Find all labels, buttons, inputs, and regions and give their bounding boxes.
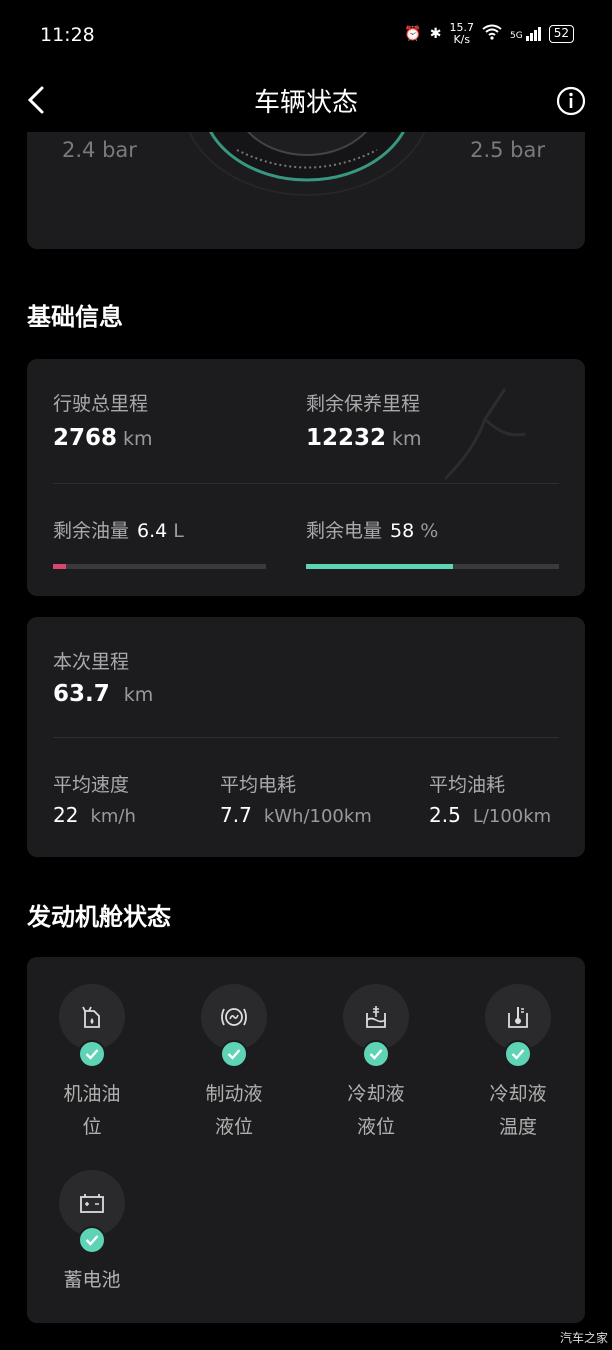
battery-remaining-value: 58 [390,520,415,542]
divider [53,737,559,738]
trip-mileage-number: 63.7 [53,681,110,707]
clock: 11:28 [40,24,95,46]
fuel-progress-fill [53,564,66,569]
trip-card: 本次里程 63.7 km 平均速度 22 km/h 平均电耗 7.7 kWh/100k… [27,617,585,857]
oil-level-icon [59,984,125,1068]
engine-item-label-line1: 机油油 [63,1083,121,1105]
battery-progress-bar [306,564,559,569]
watermark: 汽车之家 [559,1331,608,1345]
avg-elec-value: 7.7 kWh/100km [220,803,372,827]
engine-item-brake-fluid[interactable]: 制动液 液位 [174,984,294,1144]
engine-item-label: 制动液 液位 [174,1078,294,1144]
engine-item-label: 机油油 位 [32,1078,152,1144]
engine-item-coolant-temp[interactable]: 冷却液 温度 [458,984,578,1144]
avg-speed-value: 22 km/h [53,803,136,827]
engine-item-label-line1: 冷却液 [489,1083,547,1105]
network-speed-unit: K/s [453,33,471,46]
maintenance-mileage-number: 12232 [306,425,387,451]
total-mileage-unit: km [123,428,153,450]
fuel-remaining-label: 剩余油量 [53,520,130,542]
battery-remaining: 剩余电量 58% [306,516,438,543]
battery-progress-fill [306,564,453,569]
avg-speed-unit: km/h [90,806,136,827]
avg-elec-unit: kWh/100km [263,806,372,827]
front-left-tire-pressure: 2.4 bar [62,138,137,162]
navigation-bar: 车辆状态 [0,70,612,132]
avg-speed-number: 22 [53,803,79,827]
total-mileage-number: 2768 [53,425,118,451]
fuel-remaining-unit: L [173,520,184,542]
engine-item-battery[interactable]: 蓄电池 [32,1170,152,1297]
network-speed: 15.7 K/s [450,22,475,46]
check-icon [362,1040,390,1068]
wifi-icon [482,24,502,44]
avg-fuel-unit: L/100km [472,806,552,827]
check-icon [78,1226,106,1254]
divider [53,483,559,484]
engine-item-label-line1: 制动液 [205,1083,263,1105]
engine-item-oil-level[interactable]: 机油油 位 [32,984,152,1144]
engine-item-label-line1: 蓄电池 [63,1269,121,1291]
battery-icon [59,1170,125,1254]
cellular-signal-icon: 5G [510,27,541,41]
system-icons: ⏰ ✱ 15.7 K/s 5G 52 [404,22,574,46]
avg-fuel-number: 2.5 [429,803,461,827]
bluetooth-icon: ✱ [429,26,442,42]
check-icon [78,1040,106,1068]
fuel-remaining-value: 6.4 [137,520,168,542]
trip-mileage-value: 63.7 km [53,681,153,707]
alarm-icon: ⏰ [404,26,422,42]
maintenance-mileage-value: 12232 km [306,425,422,451]
avg-elec-number: 7.7 [220,803,252,827]
engine-item-label-line2: 位 [82,1116,102,1138]
front-right-tire-pressure: 2.5 bar [470,138,545,162]
engine-item-label-line2: 温度 [498,1116,537,1138]
engine-item-label: 蓄电池 [32,1264,152,1297]
engine-item-label-line1: 冷却液 [347,1083,405,1105]
trip-mileage-unit: km [123,684,154,706]
info-button[interactable] [556,86,586,116]
coolant-temp-icon [485,984,551,1068]
info-icon [556,86,586,116]
engine-item-label: 冷却液 温度 [458,1078,578,1144]
battery-remaining-unit: % [420,520,439,542]
avg-fuel-label: 平均油耗 [429,774,506,796]
signal-label: 5G [510,31,523,41]
basic-info-heading: 基础信息 [27,303,123,331]
basic-info-card: 行驶总里程 2768 km 剩余保养里程 12232 km 剩余油量 6.4 L 剩余电… [27,359,585,596]
avg-speed-label: 平均速度 [53,774,130,796]
fuel-remaining: 剩余油量 6.4 L [53,516,184,543]
map-decoration [443,388,526,481]
engine-item-label: 冷却液 液位 [316,1078,436,1144]
total-mileage-value: 2768 km [53,425,153,451]
check-icon [220,1040,248,1068]
battery-indicator: 52 [548,25,574,43]
engine-item-label-line2: 液位 [356,1116,395,1138]
maintenance-mileage-label: 剩余保养里程 [306,393,421,415]
page-title: 车辆状态 [253,88,358,118]
total-mileage-label: 行驶总里程 [53,393,149,415]
battery-remaining-label: 剩余电量 [306,520,383,542]
check-icon [504,1040,532,1068]
engine-item-label-line2: 液位 [214,1116,253,1138]
fuel-progress-bar [53,564,266,569]
maintenance-mileage-unit: km [392,428,422,450]
trip-mileage-label: 本次里程 [53,651,130,673]
avg-fuel-value: 2.5 L/100km [429,803,551,827]
brake-fluid-icon [201,984,267,1068]
coolant-level-icon [343,984,409,1068]
engine-status-heading: 发动机舱状态 [27,903,171,931]
status-bar: 11:28 ⏰ ✱ 15.7 K/s 5G 52 [0,0,612,70]
engine-item-coolant-level[interactable]: 冷却液 液位 [316,984,436,1144]
avg-elec-label: 平均电耗 [220,774,297,796]
tire-pressure-card: 2.4 bar 2.5 bar [27,120,585,249]
car-wheel-graphic [177,120,437,200]
engine-status-card: 机油油 位 制动液 液位 冷却液 液位 冷却液 温度 蓄电池 [27,957,585,1323]
